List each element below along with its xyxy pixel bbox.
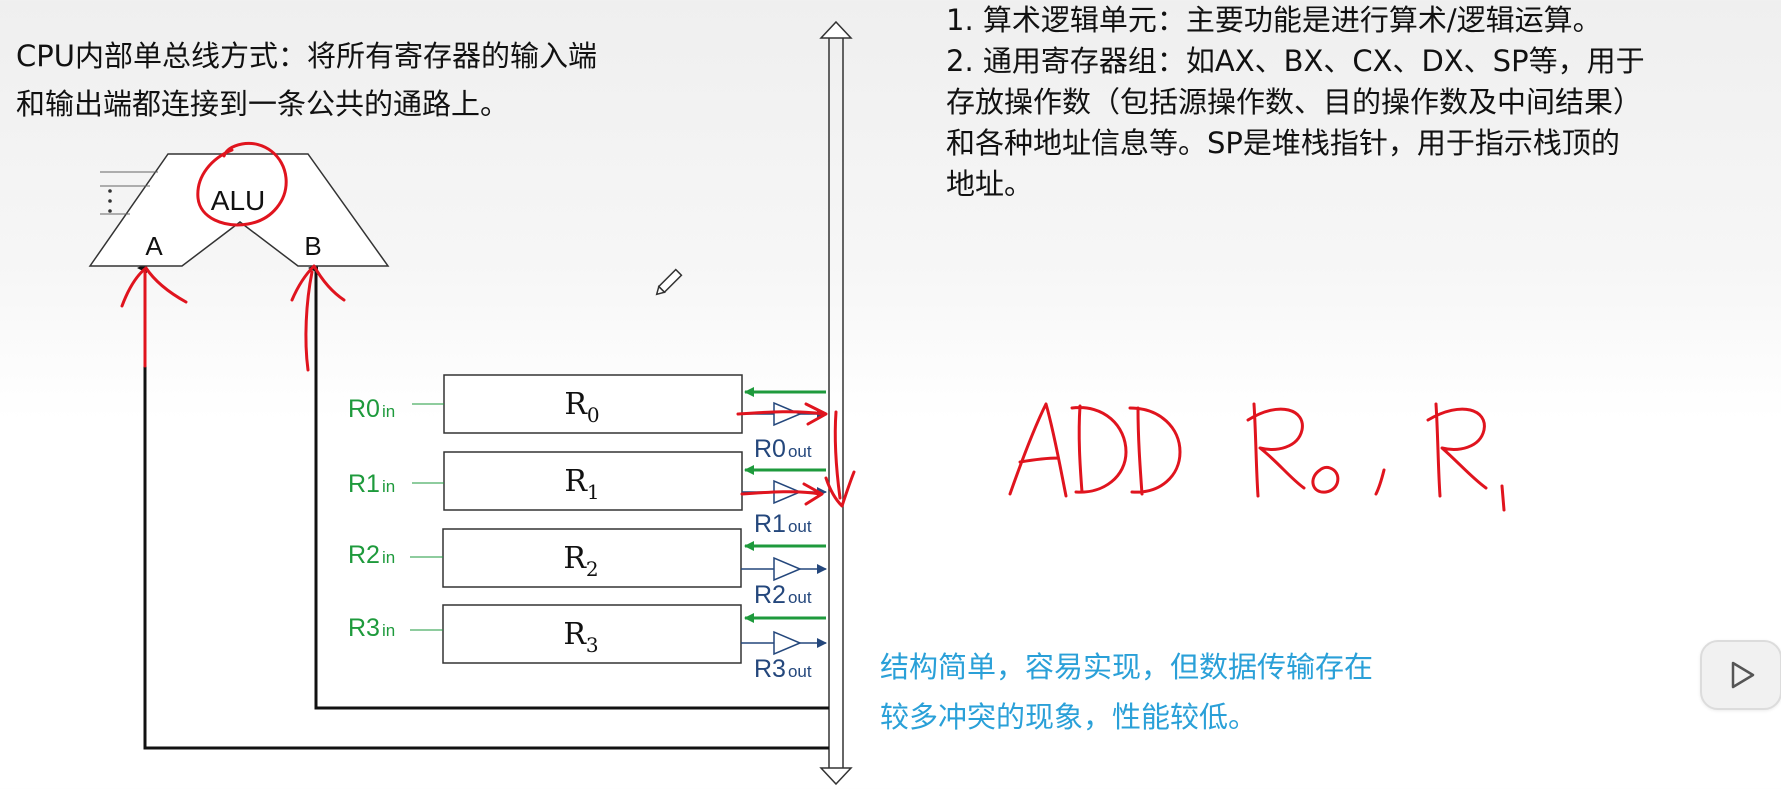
- bus-arrow-bottom-icon: [819, 767, 853, 786]
- pencil-cursor-icon: [655, 268, 683, 296]
- alu-unit: ALU A B: [88, 153, 390, 267]
- alu-port-b-label: B: [304, 231, 321, 261]
- r2-in-control: R2 in: [348, 541, 395, 569]
- single-bus-diagram: ALU A B R0 R0 in R0 out R1 R1 in R1 out R2 R…: [88, 20, 1506, 786]
- register-r0: R0 R0 in R0 out: [348, 374, 827, 463]
- ink-letter-a: [1008, 402, 1068, 498]
- register-r2: R2 R2 in R2 out: [348, 528, 827, 609]
- ink-letter-r-2: [1426, 402, 1488, 498]
- arrow-to-a-mark: [120, 266, 188, 368]
- r3-out-control: R3 out: [754, 655, 812, 683]
- ink-comma: [1374, 468, 1386, 496]
- play-button[interactable]: [1700, 640, 1781, 710]
- register-r3: R3 R3 in R3 out: [348, 604, 827, 683]
- ink-letter-d-1: [1070, 404, 1128, 494]
- arrow-to-b-mark: [290, 264, 346, 372]
- bus-down-ink-arrow: [824, 410, 856, 508]
- register-r1: R1 R1 in R1 out: [348, 451, 827, 538]
- r1-in-control: R1 in: [348, 470, 395, 498]
- alu-label: ALU: [211, 185, 265, 216]
- r3-in-control: R3 in: [348, 614, 395, 642]
- ink-letter-r: [1246, 402, 1306, 498]
- r1-out-control: R1 out: [754, 510, 812, 538]
- r0-out-control: R0 out: [754, 435, 812, 463]
- ellipsis-vertical-icon: [108, 189, 112, 213]
- ink-digit-1: [1500, 484, 1506, 512]
- bus-arrow-top-icon: [819, 20, 853, 39]
- ink-digit-0: [1311, 465, 1340, 494]
- alu-port-a-label: A: [145, 231, 163, 261]
- internal-bus: [819, 20, 853, 786]
- play-icon: [1731, 661, 1755, 689]
- ink-letter-d-2: [1128, 406, 1182, 496]
- r0-in-control: R0 in: [348, 395, 395, 423]
- r2-out-control: R2 out: [754, 581, 812, 609]
